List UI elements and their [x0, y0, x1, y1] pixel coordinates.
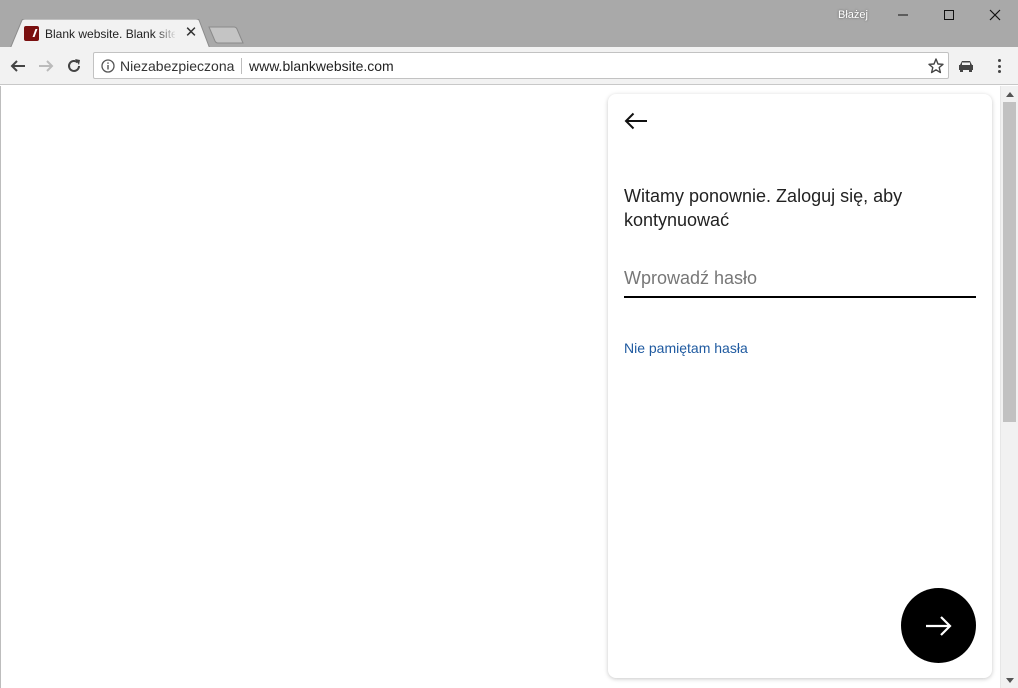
login-heading: Witamy ponownie. Zaloguj się, aby kontyn…	[624, 186, 903, 230]
reload-button[interactable]	[63, 55, 85, 77]
forgot-password-link[interactable]: Nie pamiętam hasła	[624, 340, 748, 356]
tab-title-fade	[155, 24, 177, 44]
forward-button[interactable]	[35, 55, 57, 77]
back-arrow-button[interactable]	[622, 108, 650, 134]
window-close-icon[interactable]	[972, 0, 1018, 30]
kebab-menu-icon[interactable]	[990, 57, 1008, 75]
scrollbar[interactable]	[1000, 86, 1018, 688]
back-button[interactable]	[7, 55, 29, 77]
scroll-down-icon[interactable]	[1001, 674, 1018, 686]
password-input[interactable]	[624, 260, 976, 298]
omnibox-divider	[241, 58, 242, 74]
reload-icon	[68, 59, 80, 72]
site-favicon	[24, 26, 39, 41]
browser-toolbar: Niezabezpieczona www.blankwebsite.com	[0, 47, 1018, 85]
info-icon[interactable]	[101, 59, 115, 73]
tab-close-icon[interactable]: ✕	[184, 25, 198, 41]
browser-tab[interactable]: Blank website. Blank site. ✕	[10, 19, 210, 49]
scroll-up-icon[interactable]	[1001, 88, 1018, 100]
maximize-icon[interactable]	[926, 0, 972, 30]
car-icon[interactable]	[957, 58, 975, 74]
scroll-thumb[interactable]	[1003, 102, 1016, 422]
next-button[interactable]	[901, 588, 976, 663]
security-label[interactable]: Niezabezpieczona	[120, 58, 234, 74]
login-card: Witamy ponownie. Zaloguj się, aby kontyn…	[608, 94, 992, 678]
arrow-right-icon	[39, 60, 54, 72]
star-icon[interactable]	[927, 57, 945, 75]
title-bar: Blank website. Blank site. ✕ Błażej	[0, 0, 1018, 49]
arrow-left-icon	[10, 60, 25, 72]
minimize-icon[interactable]	[880, 0, 926, 30]
profile-name[interactable]: Błażej	[838, 9, 868, 21]
new-tab-button[interactable]	[208, 26, 244, 44]
url-text[interactable]: www.blankwebsite.com	[249, 58, 394, 74]
address-bar[interactable]: Niezabezpieczona www.blankwebsite.com	[93, 52, 949, 79]
arrow-right-icon	[925, 615, 952, 636]
arrow-left-icon	[624, 112, 647, 130]
